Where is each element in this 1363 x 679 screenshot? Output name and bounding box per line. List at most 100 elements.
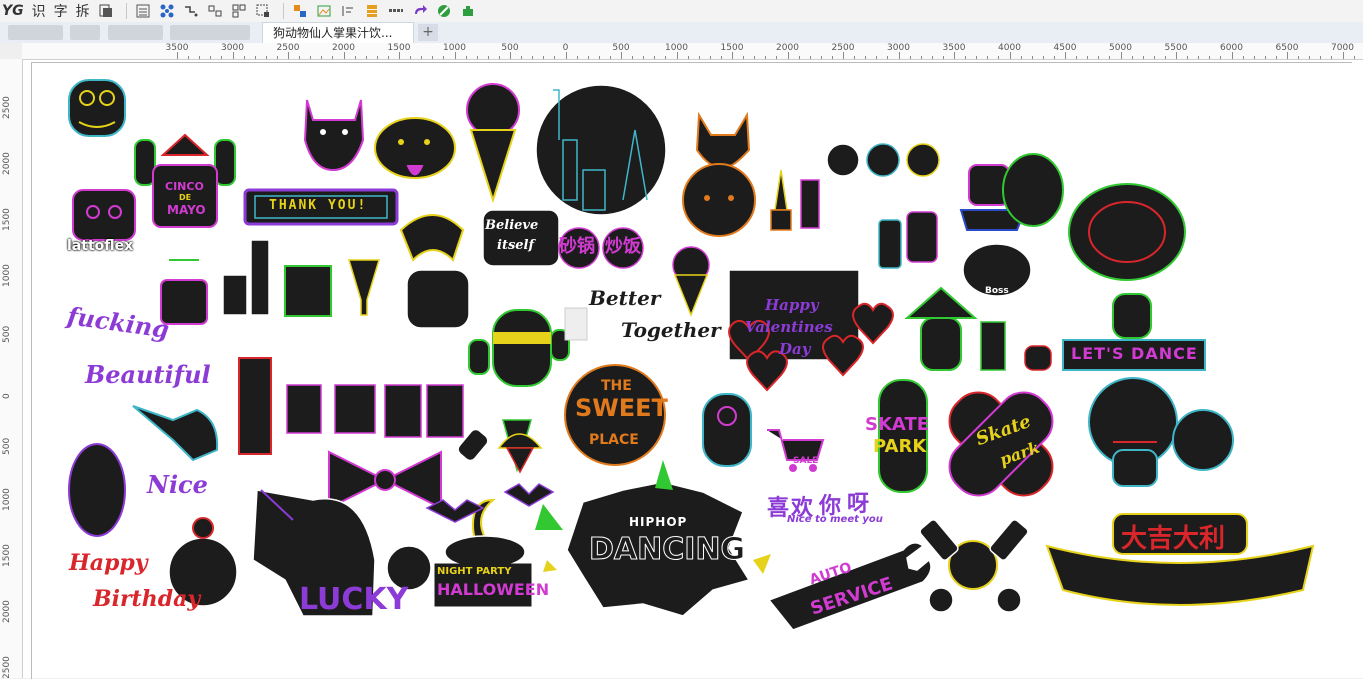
minion-sticker[interactable] (68, 79, 126, 137)
cat-face-sticker[interactable] (303, 99, 365, 172)
horizontal-ruler[interactable]: 3500 3000 2500 2000 1500 1000 500 0 500 1000 1500 2… (22, 43, 1363, 60)
ruler-tick (1220, 56, 1222, 59)
night-party-text: NIGHT PARTY (437, 566, 512, 577)
cat-sticker[interactable] (406, 269, 470, 329)
ruler-tick (376, 56, 378, 59)
select-icon[interactable] (253, 1, 273, 21)
skate-text: SKATE (865, 414, 930, 435)
cinco-text: CINCO (165, 180, 204, 193)
ruler-tick (1009, 52, 1011, 59)
one-eyed-minion-sticker[interactable] (702, 393, 752, 467)
blurred-tab (70, 25, 100, 40)
ruler-tick (754, 56, 756, 59)
layers-icon[interactable] (362, 1, 382, 21)
drink-glasses-sticker[interactable] (959, 153, 1064, 231)
city-skyline-sticker[interactable] (535, 84, 667, 216)
ruler-tick (654, 56, 656, 59)
path-icon[interactable] (181, 1, 201, 21)
doraemon-sticker[interactable] (1088, 377, 1234, 487)
drinks-row-sticker[interactable] (238, 357, 532, 473)
birthday-text: Birthday (93, 586, 201, 612)
pen-pencil-sticker[interactable] (770, 169, 820, 231)
ruler-tick (1020, 56, 1022, 59)
shaguo-text: 砂锅 (559, 236, 595, 257)
puzzle-icon[interactable] (458, 1, 478, 21)
ruler-tick (1042, 56, 1044, 59)
ruler-tick (1242, 56, 1244, 59)
ruler-tick (1209, 56, 1211, 59)
text-align-icon[interactable] (338, 1, 358, 21)
char-button[interactable]: 字 (52, 1, 70, 21)
ice-cream-sticker[interactable] (466, 83, 520, 204)
redo-icon[interactable] (410, 1, 430, 21)
ruler-tick (321, 56, 323, 59)
split-button[interactable]: 拆 (74, 1, 92, 21)
yg-tool-button[interactable]: YG (0, 1, 26, 21)
croissant-sticker[interactable] (399, 214, 465, 262)
dab-sticker[interactable] (132, 405, 219, 462)
color-swatch-icon[interactable] (290, 1, 310, 21)
pistons-gear-sticker[interactable] (918, 518, 1029, 613)
ruler-tick (276, 56, 278, 59)
group-icon[interactable] (229, 1, 249, 21)
ruler-tick (510, 52, 511, 59)
cactus-sunglasses-sticker[interactable] (468, 309, 570, 387)
bottles-sticker[interactable] (222, 239, 381, 317)
lattoflex-sticker[interactable] (72, 189, 136, 241)
place-text: PLACE (589, 432, 639, 448)
image-icon[interactable] (314, 1, 334, 21)
crossed-skateboards-sticker[interactable] (939, 382, 1063, 506)
ruler-tick (954, 52, 955, 59)
poodle-sticker[interactable] (682, 163, 756, 237)
lion-head-sticker[interactable] (1068, 183, 1186, 281)
ruler-tick (1275, 56, 1277, 59)
emoji-faces-sticker[interactable] (826, 143, 940, 177)
fox-sticker[interactable] (695, 111, 751, 170)
list-icon[interactable] (133, 1, 153, 21)
ruler-tick (354, 56, 356, 59)
ice-cream-cone-sticker[interactable] (672, 246, 710, 318)
ruler-tick (1120, 52, 1122, 59)
ruler-tick (665, 56, 667, 59)
brush-icon[interactable] (434, 1, 454, 21)
de-text: DE (179, 193, 192, 202)
ruler-tick (554, 56, 556, 59)
ruler-tick (1164, 56, 1166, 59)
drawing-canvas[interactable]: CINCO DE MAYO lattoflex THANK YOU! fucki… (23, 60, 1363, 679)
ruler-tick (443, 56, 445, 59)
ruler-label: 500 (2, 325, 12, 343)
ruler-tick (1142, 56, 1144, 59)
ruler-tick (765, 56, 767, 59)
thank-you-text: THANK YOU! (269, 198, 368, 213)
cosmetics-sticker[interactable] (878, 211, 938, 269)
recognize-text-button[interactable]: 识 (30, 1, 48, 21)
ruler-tick (299, 56, 301, 59)
ruler-tick (942, 56, 944, 59)
dog-face-sticker[interactable] (374, 117, 456, 179)
watermelon-sticker[interactable] (497, 433, 543, 474)
ruler-tick (1109, 56, 1111, 59)
day-text: Day (779, 340, 811, 358)
ruler-tick (1287, 52, 1288, 59)
active-document-tab[interactable]: 狗动物仙人掌果汁饮... (262, 22, 414, 43)
lets-dance-text: LET'S DANCE (1071, 344, 1198, 363)
network-icon[interactable] (157, 1, 177, 21)
ruler-tick (587, 56, 589, 59)
ruler-corner[interactable] (0, 43, 23, 60)
bow-sticker[interactable] (328, 450, 442, 510)
ruler-tick (421, 56, 423, 59)
ruler-tick (1320, 56, 1322, 59)
ruler-tick (432, 56, 434, 59)
ruler-tick (1253, 56, 1255, 59)
add-tab-button[interactable]: + (418, 24, 438, 41)
ruler-tick (221, 56, 223, 59)
vertical-ruler[interactable]: 2500 2000 1500 1000 500 0 500 1000 1500 2000 2500 (0, 59, 23, 678)
ruler-tick (1264, 56, 1266, 59)
ruler-label: 2500 (2, 656, 12, 678)
align-icon[interactable] (205, 1, 225, 21)
copy-icon[interactable] (96, 1, 116, 21)
bunny-sticker[interactable] (68, 443, 126, 537)
ruler-tick (1298, 56, 1300, 59)
grid-dots-icon[interactable] (386, 1, 406, 21)
mexican-cactus-sticker[interactable] (904, 286, 1052, 371)
